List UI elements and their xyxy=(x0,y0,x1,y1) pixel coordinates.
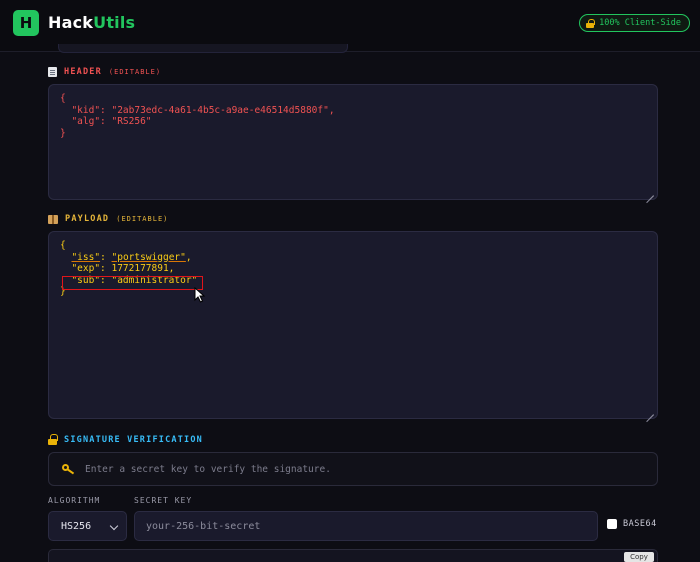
document-icon xyxy=(48,67,57,77)
iss-key: "iss" xyxy=(71,251,101,263)
signature-label: SIGNATURE VERIFICATION xyxy=(64,434,203,445)
header-label: HEADER xyxy=(64,67,102,77)
mouse-cursor-icon xyxy=(194,287,206,303)
header-section-label: HEADER (EDITABLE) xyxy=(48,67,161,77)
resize-handle[interactable] xyxy=(646,188,655,197)
chevron-down-icon xyxy=(109,521,119,531)
badge-label: 100% Client-Side xyxy=(599,18,681,28)
iss-value: "portswigger" xyxy=(111,251,186,263)
base64-label: BASE64 xyxy=(623,519,657,529)
header-line: "alg": "RS256" xyxy=(60,116,152,127)
previous-panel-edge xyxy=(58,44,348,53)
lock-icon xyxy=(48,434,58,445)
resize-handle[interactable] xyxy=(646,407,655,416)
lock-icon xyxy=(586,18,595,28)
secret-key-prompt: Enter a secret key to verify the signatu… xyxy=(48,452,658,486)
payload-editor[interactable]: { "iss": "portswigger", "exp": 177217789… xyxy=(48,231,658,419)
brand-name[interactable]: HackUtils xyxy=(48,13,135,32)
prompt-text: Enter a secret key to verify the signatu… xyxy=(85,463,331,475)
header-line: "kid": "2ab73edc-4a61-4b5c-a9ae-e46514d5… xyxy=(60,104,335,116)
brand-prefix: Hack xyxy=(48,13,94,32)
brand-suffix: Utils xyxy=(93,13,136,32)
logo-letter: H xyxy=(19,14,33,32)
secret-key-input[interactable] xyxy=(134,511,598,541)
algorithm-label: ALGORITHM xyxy=(48,496,101,505)
logo-icon[interactable]: H xyxy=(13,10,39,36)
key-icon xyxy=(62,464,76,474)
package-icon xyxy=(48,214,58,224)
base64-checkbox[interactable] xyxy=(607,519,617,529)
client-side-badge: 100% Client-Side xyxy=(579,14,690,32)
algorithm-select[interactable]: HS256 xyxy=(48,511,127,541)
algorithm-value: HS256 xyxy=(61,520,92,532)
header-editor[interactable]: { "kid": "2ab73edc-4a61-4b5c-a9ae-e46514… xyxy=(48,84,658,200)
copy-button[interactable]: Copy xyxy=(624,552,654,562)
payload-sublabel: (EDITABLE) xyxy=(116,215,169,223)
payload-line: { xyxy=(60,240,66,251)
secret-key-label: SECRET KEY xyxy=(134,496,193,505)
header-line: { xyxy=(60,93,66,104)
signature-section-label: SIGNATURE VERIFICATION xyxy=(48,434,203,445)
payload-section-label: PAYLOAD (EDITABLE) xyxy=(48,214,168,224)
encoded-token-panel xyxy=(48,549,658,562)
highlight-box xyxy=(62,276,203,290)
header-line: } xyxy=(60,127,66,139)
base64-toggle[interactable]: BASE64 xyxy=(607,519,657,529)
header-sublabel: (EDITABLE) xyxy=(108,68,162,76)
payload-label: PAYLOAD xyxy=(65,214,110,224)
payload-line-iss: "iss": "portswigger", xyxy=(71,251,192,263)
payload-line-exp: "exp": 1772177891, xyxy=(60,263,175,274)
